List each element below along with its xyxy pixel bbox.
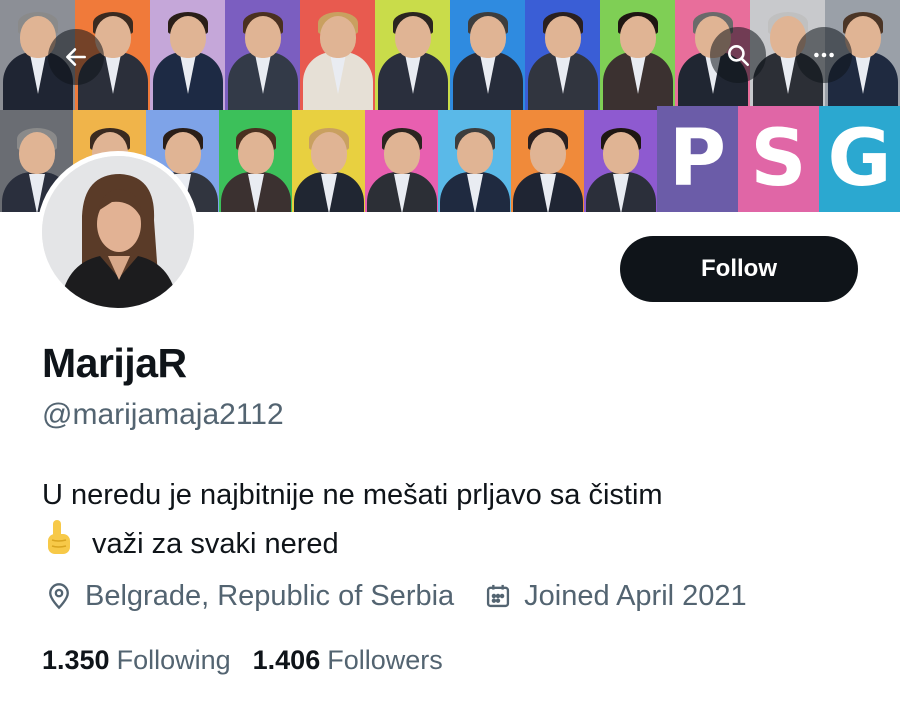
banner-portrait-tile (450, 0, 526, 110)
bio-line-2: važi za svaki nered (42, 518, 862, 572)
psg-letter: P (657, 106, 738, 212)
followers-link[interactable]: 1.406 Followers (253, 645, 443, 676)
banner-portrait-tile (438, 110, 512, 212)
bio-line-1: U neredu je najbitnije ne mešati prljavo… (42, 479, 663, 511)
bio: U neredu je najbitnije ne mešati prljavo… (42, 472, 862, 572)
followers-label: Followers (327, 644, 443, 675)
banner-portrait-tile (219, 110, 293, 212)
join-date: Joined April 2021 (484, 580, 747, 613)
following-link[interactable]: 1.350 Following (42, 645, 231, 676)
arrow-left-icon (66, 48, 86, 66)
avatar-photo (42, 156, 194, 308)
location-text: Belgrade, Republic of Serbia (85, 579, 455, 612)
psg-letter: G (819, 106, 900, 212)
banner-portrait-tile (600, 0, 676, 110)
banner-portrait-tile (225, 0, 301, 110)
following-count: 1.350 (42, 644, 110, 675)
followers-count: 1.406 (252, 644, 321, 675)
search-button[interactable] (710, 27, 766, 83)
join-date-text: Joined April 2021 (524, 579, 747, 612)
banner-portrait-tile (525, 0, 601, 110)
banner-portrait-tile (375, 0, 451, 110)
following-label: Following (116, 644, 231, 675)
banner-portrait-tile (584, 110, 658, 212)
avatar-portrait (42, 156, 194, 308)
location: Belgrade, Republic of Serbia (45, 580, 454, 613)
banner-portrait-tile (292, 110, 366, 212)
more-button[interactable] (796, 27, 852, 83)
banner-portrait-tile (511, 110, 585, 212)
avatar[interactable] (37, 151, 199, 313)
pointing-up-icon (42, 518, 78, 572)
banner-portrait-tile (365, 110, 439, 212)
banner-portrait-tile (150, 0, 226, 110)
banner-portrait-tile (300, 0, 376, 110)
calendar-icon (487, 584, 510, 608)
user-handle: @marijamaja2112 (42, 398, 284, 431)
location-pin-icon (49, 583, 69, 610)
search-icon (728, 45, 750, 67)
psg-letter: S (738, 106, 819, 212)
back-button[interactable] (48, 29, 104, 85)
display-name: MarijaR (42, 340, 187, 386)
bio-line-2-text: važi za svaki nered (92, 528, 339, 560)
follow-button[interactable]: Follow (620, 236, 858, 302)
follow-stats: 1.350 Following 1.406 Followers (42, 640, 465, 680)
more-horizontal-icon (814, 52, 834, 58)
profile-meta: Belgrade, Republic of Serbia Joined Apri… (45, 576, 777, 616)
